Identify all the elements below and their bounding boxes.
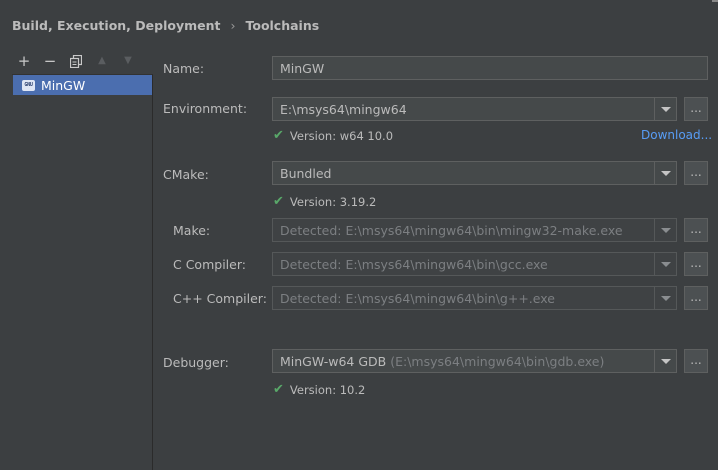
debugger-select[interactable]: MinGW-w64 GDB (E:\msys64\mingw64\bin\gdb… <box>272 349 677 373</box>
environment-label: Environment: <box>163 101 248 116</box>
cmake-value: Bundled <box>280 165 332 181</box>
environment-select[interactable]: E:\msys64\mingw64 <box>272 97 677 121</box>
cmake-browse-button[interactable]: ... <box>684 161 708 185</box>
breadcrumb: Build, Execution, Deployment › Toolchain… <box>12 18 319 33</box>
environment-version: ✔ Version: w64 10.0 <box>273 128 393 143</box>
c-compiler-browse-button[interactable]: ... <box>684 252 708 276</box>
debugger-version: ✔ Version: 10.2 <box>273 382 365 397</box>
debugger-dropdown-arrow[interactable] <box>654 350 676 372</box>
cmake-label: CMake: <box>163 167 209 182</box>
cmake-dropdown-arrow[interactable] <box>654 162 676 184</box>
environment-dropdown-arrow[interactable] <box>654 98 676 120</box>
debugger-label: Debugger: <box>163 355 229 370</box>
breadcrumb-separator: › <box>230 18 236 33</box>
cmake-select[interactable]: Bundled <box>272 161 677 185</box>
check-icon: ✔ <box>273 128 284 143</box>
copy-icon[interactable] <box>66 52 86 70</box>
debugger-path-hint: (E:\msys64\mingw64\bin\gdb.exe) <box>390 353 605 369</box>
debugger-value: MinGW-w64 GDB <box>280 353 387 369</box>
c-compiler-value: Detected: E:\msys64\mingw64\bin\gcc.exe <box>280 256 548 272</box>
chevron-down-icon <box>660 170 671 176</box>
name-field[interactable]: MinGW <box>272 56 708 80</box>
make-select[interactable]: Detected: E:\msys64\mingw64\bin\mingw32-… <box>272 218 677 242</box>
chevron-down-icon <box>660 261 671 267</box>
make-browse-button[interactable]: ... <box>684 218 708 242</box>
debugger-browse-button[interactable]: ... <box>684 349 708 373</box>
move-up-icon[interactable]: ▲ <box>92 52 112 70</box>
breadcrumb-page: Toolchains <box>245 18 320 33</box>
make-label: Make: <box>173 223 211 238</box>
remove-icon[interactable]: − <box>40 52 60 70</box>
move-down-icon[interactable]: ▼ <box>118 52 138 70</box>
cmake-version: ✔ Version: 3.19.2 <box>273 194 376 209</box>
chevron-down-icon <box>660 227 671 233</box>
cpp-compiler-dropdown-arrow[interactable] <box>654 287 676 309</box>
cpp-compiler-browse-button[interactable]: ... <box>684 286 708 310</box>
make-dropdown-arrow[interactable] <box>654 219 676 241</box>
cpp-compiler-value: Detected: E:\msys64\mingw64\bin\g++.exe <box>280 290 555 306</box>
toolchain-item-mingw[interactable]: GNU MinGW <box>13 75 152 95</box>
window-edge-mark <box>712 0 718 2</box>
debugger-version-text: Version: 10.2 <box>289 382 366 397</box>
gnu-icon: GNU <box>22 79 35 91</box>
toolchain-item-label: MinGW <box>41 77 86 93</box>
toolchain-list <box>12 74 153 470</box>
environment-browse-button[interactable]: ... <box>684 97 708 121</box>
c-compiler-label: C Compiler: <box>173 257 246 272</box>
breadcrumb-section[interactable]: Build, Execution, Deployment <box>12 18 220 33</box>
cpp-compiler-label: C++ Compiler: <box>173 291 267 306</box>
name-label: Name: <box>163 61 205 76</box>
cmake-version-text: Version: 3.19.2 <box>289 194 377 209</box>
check-icon: ✔ <box>273 382 284 397</box>
cpp-compiler-select[interactable]: Detected: E:\msys64\mingw64\bin\g++.exe <box>272 286 677 310</box>
chevron-down-icon <box>660 295 671 301</box>
chevron-down-icon <box>660 358 671 364</box>
download-link[interactable]: Download... <box>641 128 712 142</box>
environment-version-text: Version: w64 10.0 <box>289 128 394 143</box>
check-icon: ✔ <box>273 194 284 209</box>
environment-value: E:\msys64\mingw64 <box>280 101 407 117</box>
chevron-down-icon <box>660 106 671 112</box>
c-compiler-dropdown-arrow[interactable] <box>654 253 676 275</box>
make-value: Detected: E:\msys64\mingw64\bin\mingw32-… <box>280 222 623 238</box>
c-compiler-select[interactable]: Detected: E:\msys64\mingw64\bin\gcc.exe <box>272 252 677 276</box>
add-icon[interactable]: + <box>14 52 34 70</box>
toolchain-toolbar: + − ▲ ▼ <box>14 52 138 70</box>
